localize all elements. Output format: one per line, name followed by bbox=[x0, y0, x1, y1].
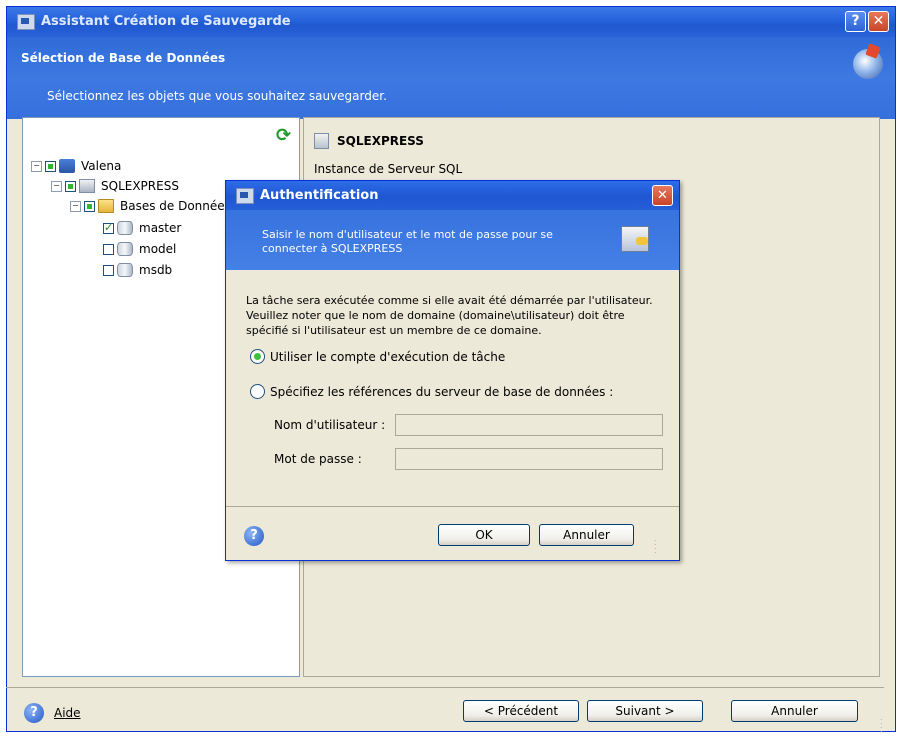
refresh-icon[interactable]: ⟳ bbox=[276, 127, 291, 145]
credentials-key-icon bbox=[621, 226, 649, 252]
radio-db-credentials-label: Spécifiez les références du serveur de b… bbox=[270, 384, 614, 399]
tree-node-label: master bbox=[139, 221, 182, 235]
dialog-app-icon bbox=[236, 188, 254, 204]
cancel-button[interactable]: Annuler bbox=[731, 700, 858, 722]
dialog-help-icon[interactable]: ? bbox=[244, 526, 264, 546]
authentication-dialog: Authentification ✕ Saisir le nom d'utili… bbox=[225, 180, 680, 561]
backup-wizard-icon bbox=[853, 49, 883, 79]
username-label: Nom d'utilisateur : bbox=[274, 418, 386, 432]
tree-node-master[interactable]: master bbox=[103, 219, 181, 237]
radio-task-account[interactable]: Utiliser le compte d'exécution de tâche bbox=[250, 349, 505, 364]
wizard-header: Sélection de Base de Données Sélectionne… bbox=[7, 37, 895, 119]
previous-button[interactable]: < Précédent bbox=[463, 700, 579, 722]
help-title-button[interactable]: ? bbox=[845, 11, 866, 32]
collapse-icon[interactable]: − bbox=[51, 180, 62, 192]
partial-checkbox[interactable] bbox=[45, 160, 56, 172]
password-field[interactable] bbox=[395, 448, 663, 470]
tree-node-model[interactable]: model bbox=[103, 240, 176, 258]
partial-checkbox[interactable] bbox=[84, 200, 95, 212]
tree-node-valena[interactable]: − Valena bbox=[31, 157, 121, 175]
tree-node-sqlexpress[interactable]: − SQLEXPRESS bbox=[51, 177, 179, 195]
help-icon[interactable]: ? bbox=[24, 703, 44, 723]
dialog-divider bbox=[226, 506, 679, 507]
tree-node-msdb[interactable]: msdb bbox=[103, 261, 172, 279]
dialog-title: Authentification bbox=[260, 188, 379, 203]
details-title: SQLEXPRESS bbox=[337, 134, 424, 148]
server-instance-icon bbox=[314, 133, 329, 149]
database-icon bbox=[117, 242, 133, 256]
tree-node-databases[interactable]: − Bases de Données bbox=[70, 197, 231, 215]
radio-selected-icon[interactable] bbox=[250, 349, 265, 364]
next-button[interactable]: Suivant > bbox=[587, 700, 703, 722]
collapse-icon[interactable]: − bbox=[31, 160, 42, 172]
step-title: Sélection de Base de Données bbox=[21, 51, 226, 65]
password-label: Mot de passe : bbox=[274, 452, 362, 466]
database-icon bbox=[117, 263, 133, 277]
radio-unselected-icon[interactable] bbox=[250, 384, 265, 399]
window-titlebar[interactable]: Assistant Création de Sauvegarde ? ✕ bbox=[7, 7, 895, 37]
tree-node-label: Bases de Données bbox=[120, 199, 231, 213]
partial-checkbox[interactable] bbox=[65, 180, 76, 192]
master-checkbox[interactable] bbox=[103, 221, 114, 234]
radio-db-credentials[interactable]: Spécifiez les références du serveur de b… bbox=[250, 384, 613, 399]
msdb-checkbox[interactable] bbox=[103, 264, 114, 276]
radio-task-account-label: Utiliser le compte d'exécution de tâche bbox=[270, 349, 506, 364]
folder-icon bbox=[98, 199, 114, 213]
ok-button[interactable]: OK bbox=[438, 524, 530, 546]
tree-node-label: Valena bbox=[81, 159, 122, 173]
step-subtitle: Sélectionnez les objets que vous souhait… bbox=[47, 89, 387, 103]
dialog-resize-grip-icon[interactable]: . .. . bbox=[654, 535, 664, 555]
help-link[interactable]: Aide bbox=[54, 706, 81, 720]
tree-node-label: SQLEXPRESS bbox=[101, 179, 179, 193]
database-icon bbox=[117, 221, 133, 235]
footer-divider bbox=[6, 687, 884, 688]
dialog-close-button[interactable]: ✕ bbox=[652, 185, 673, 206]
resize-grip-icon[interactable]: . .. . bbox=[880, 714, 890, 734]
window-title: Assistant Création de Sauvegarde bbox=[41, 14, 291, 29]
dialog-cancel-button[interactable]: Annuler bbox=[539, 524, 634, 546]
details-description: Instance de Serveur SQL bbox=[314, 162, 463, 176]
username-field[interactable] bbox=[395, 414, 663, 436]
dialog-info-text: La tâche sera exécutée comme si elle ava… bbox=[246, 294, 653, 337]
tree-node-label: msdb bbox=[139, 263, 173, 277]
dialog-header: Saisir le nom d'utilisateur et le mot de… bbox=[226, 210, 679, 270]
server-icon bbox=[79, 179, 95, 193]
dialog-titlebar[interactable]: Authentification ✕ bbox=[226, 181, 679, 210]
computer-icon bbox=[59, 159, 75, 173]
app-icon bbox=[17, 14, 35, 30]
dialog-header-text: Saisir le nom d'utilisateur et le mot de… bbox=[262, 228, 553, 255]
model-checkbox[interactable] bbox=[103, 243, 114, 255]
collapse-icon[interactable]: − bbox=[70, 200, 81, 212]
tree-node-label: model bbox=[139, 242, 177, 256]
close-window-button[interactable]: ✕ bbox=[868, 11, 889, 32]
